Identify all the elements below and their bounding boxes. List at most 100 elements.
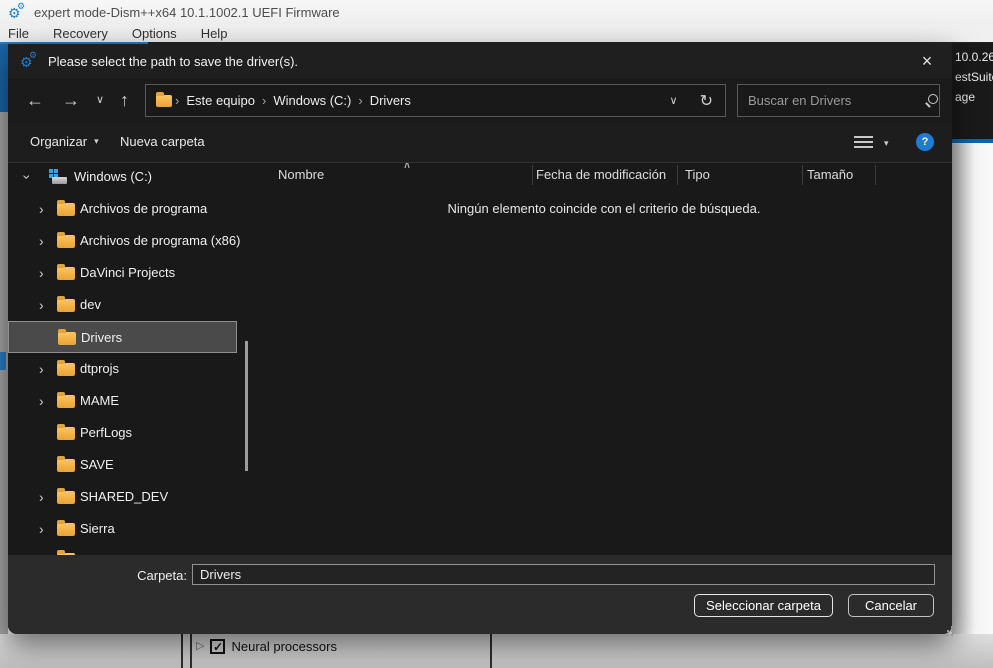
dism-titlebar: ⚙ ⚙ expert mode-Dism++x64 10.1.1002.1 UE… <box>0 0 993 24</box>
new-folder-button[interactable]: Nueva carpeta <box>120 134 205 149</box>
dism-panel-sliver <box>0 112 8 634</box>
tree-item-mame[interactable]: › MAME <box>8 385 248 417</box>
view-caret-icon[interactable]: ▾ <box>884 138 889 149</box>
tree-scrollbar-thumb[interactable] <box>245 341 248 471</box>
tree-item-save[interactable]: SAVE <box>8 449 248 481</box>
folder-icon <box>57 395 75 408</box>
dialog-footer: Carpeta: Seleccionar carpeta Cancelar <box>8 555 952 634</box>
dism-sidebar-sliver <box>0 44 8 112</box>
breadcrumb-este-equipo[interactable]: Este equipo <box>186 93 255 108</box>
breadcrumb-separator-icon: › <box>262 93 266 108</box>
empty-folder-message: Ningún elemento coincide con el criterio… <box>256 201 952 216</box>
device-tree-row[interactable]: ▷ ✓ Neural processors <box>196 639 337 654</box>
close-icon[interactable]: × <box>914 49 940 73</box>
column-separator[interactable] <box>875 165 876 185</box>
window-title: expert mode-Dism++x64 10.1.1002.1 UEFI F… <box>34 5 340 20</box>
column-header-fecha[interactable]: Fecha de modificación <box>536 167 666 182</box>
chevron-right-icon[interactable]: › <box>39 393 44 409</box>
chevron-right-icon[interactable]: › <box>39 489 44 505</box>
folder-icon <box>57 235 75 248</box>
column-separator[interactable] <box>802 165 803 185</box>
folder-icon <box>57 459 75 472</box>
search-input[interactable] <box>748 93 924 108</box>
recent-locations-dropdown[interactable]: ∨ <box>96 93 104 106</box>
menu-file[interactable]: File <box>0 24 41 42</box>
dialog-toolbar: Organizar ▾ Nueva carpeta ▾ ? <box>8 124 952 162</box>
tree-item-dtprojs[interactable]: › dtprojs <box>8 353 248 385</box>
folder-tree: › Windows (C:) › Archivos de programa › … <box>8 163 256 555</box>
up-button[interactable]: ↑ <box>120 88 129 112</box>
folder-picker-dialog: ⚙ ⚙ Please select the path to save the d… <box>8 44 952 634</box>
expand-triangle-icon[interactable]: ▷ <box>196 641 204 652</box>
tree-item-drivers[interactable]: Drivers <box>8 321 237 353</box>
breadcrumb-drivers[interactable]: Drivers <box>370 93 411 108</box>
tree-item-archivos-de-programa-x86[interactable]: › Archivos de programa (x86) <box>8 225 248 257</box>
dism-content-sliver <box>952 143 993 668</box>
chevron-down-icon[interactable]: › <box>19 175 35 180</box>
bg-divider-line <box>490 634 492 668</box>
dism-bottom-sliver: ▷ ✓ Neural processors <box>0 634 993 668</box>
breadcrumb-windows-c[interactable]: Windows (C:) <box>273 93 351 108</box>
dialog-title: Please select the path to save the drive… <box>48 54 298 69</box>
tree-item-archivos-de-programa[interactable]: › Archivos de programa <box>8 193 248 225</box>
forward-button[interactable]: → <box>62 88 80 112</box>
folder-icon <box>57 491 75 504</box>
tree-item-windows-c[interactable]: › Windows (C:) <box>8 163 248 193</box>
dialog-logo-icon: ⚙ ⚙ <box>20 52 40 70</box>
chevron-right-icon[interactable]: › <box>39 297 44 313</box>
neural-processors-checkbox[interactable]: ✓ <box>210 639 225 654</box>
sort-ascending-icon: ∧ <box>403 162 411 171</box>
column-header-tipo[interactable]: Tipo <box>685 167 710 182</box>
resize-grip[interactable] <box>943 626 945 628</box>
menu-help[interactable]: Help <box>189 24 240 42</box>
bg-divider-line <box>181 634 183 668</box>
tree-item-perflogs[interactable]: PerfLogs <box>8 417 248 449</box>
chevron-right-icon[interactable]: › <box>39 521 44 537</box>
chevron-right-icon[interactable]: › <box>39 361 44 377</box>
tree-item-dev[interactable]: › dev <box>8 289 248 321</box>
breadcrumb-separator-icon: › <box>358 93 362 108</box>
back-button[interactable]: ← <box>26 88 44 112</box>
new-folder-label: Nueva carpeta <box>120 134 205 149</box>
select-folder-button[interactable]: Seleccionar carpeta <box>694 594 833 617</box>
dism-sidebar-accent <box>0 352 6 370</box>
dialog-titlebar[interactable]: ⚙ ⚙ Please select the path to save the d… <box>8 44 952 78</box>
cancel-button[interactable]: Cancelar <box>848 594 934 617</box>
drive-icon <box>49 169 68 185</box>
dism-logo-icon: ⚙ ⚙ <box>8 3 28 21</box>
gear-small-icon: ⚙ <box>17 2 25 11</box>
folder-icon <box>57 523 75 536</box>
menu-recovery[interactable]: Recovery <box>41 24 120 42</box>
column-header-tamano[interactable]: Tamaño <box>807 167 853 182</box>
chevron-right-icon[interactable]: › <box>39 233 44 249</box>
clipped-text-1: 10.0.26 <box>955 50 993 64</box>
chevron-right-icon[interactable]: › <box>39 201 44 217</box>
column-separator[interactable] <box>677 165 678 185</box>
address-bar[interactable]: › Este equipo › Windows (C:) › Drivers ∨… <box>145 84 726 117</box>
dism-menubar: File Recovery Options Help <box>0 24 993 42</box>
tree-item-partial[interactable] <box>8 543 248 555</box>
folder-icon <box>57 203 75 216</box>
refresh-icon[interactable]: ↻ <box>700 91 713 111</box>
chevron-right-icon[interactable]: › <box>39 265 44 281</box>
column-separator[interactable] <box>532 165 533 185</box>
tree-item-shared-dev[interactable]: › SHARED_DEV <box>8 481 248 513</box>
folder-name-input[interactable] <box>192 564 935 585</box>
column-header-nombre[interactable]: Nombre <box>278 167 324 182</box>
folder-icon <box>156 95 172 107</box>
menu-options[interactable]: Options <box>120 24 189 42</box>
folder-icon <box>57 363 75 376</box>
gear-small-icon: ⚙ <box>29 51 37 60</box>
tree-item-davinci-projects[interactable]: › DaVinci Projects <box>8 257 248 289</box>
tree-item-sierra[interactable]: › Sierra <box>8 513 248 545</box>
address-dropdown-icon[interactable]: ∨ <box>670 94 678 107</box>
organize-label: Organizar <box>30 134 87 149</box>
folder-icon <box>57 267 75 280</box>
dialog-content: › Windows (C:) › Archivos de programa › … <box>8 162 952 555</box>
clipped-text-3: age <box>955 90 975 104</box>
details-view-icon[interactable] <box>854 136 873 150</box>
help-icon[interactable]: ? <box>916 133 934 151</box>
organize-button[interactable]: Organizar ▾ <box>30 134 99 149</box>
bg-divider-line <box>190 634 192 668</box>
search-icon[interactable] <box>924 93 939 108</box>
